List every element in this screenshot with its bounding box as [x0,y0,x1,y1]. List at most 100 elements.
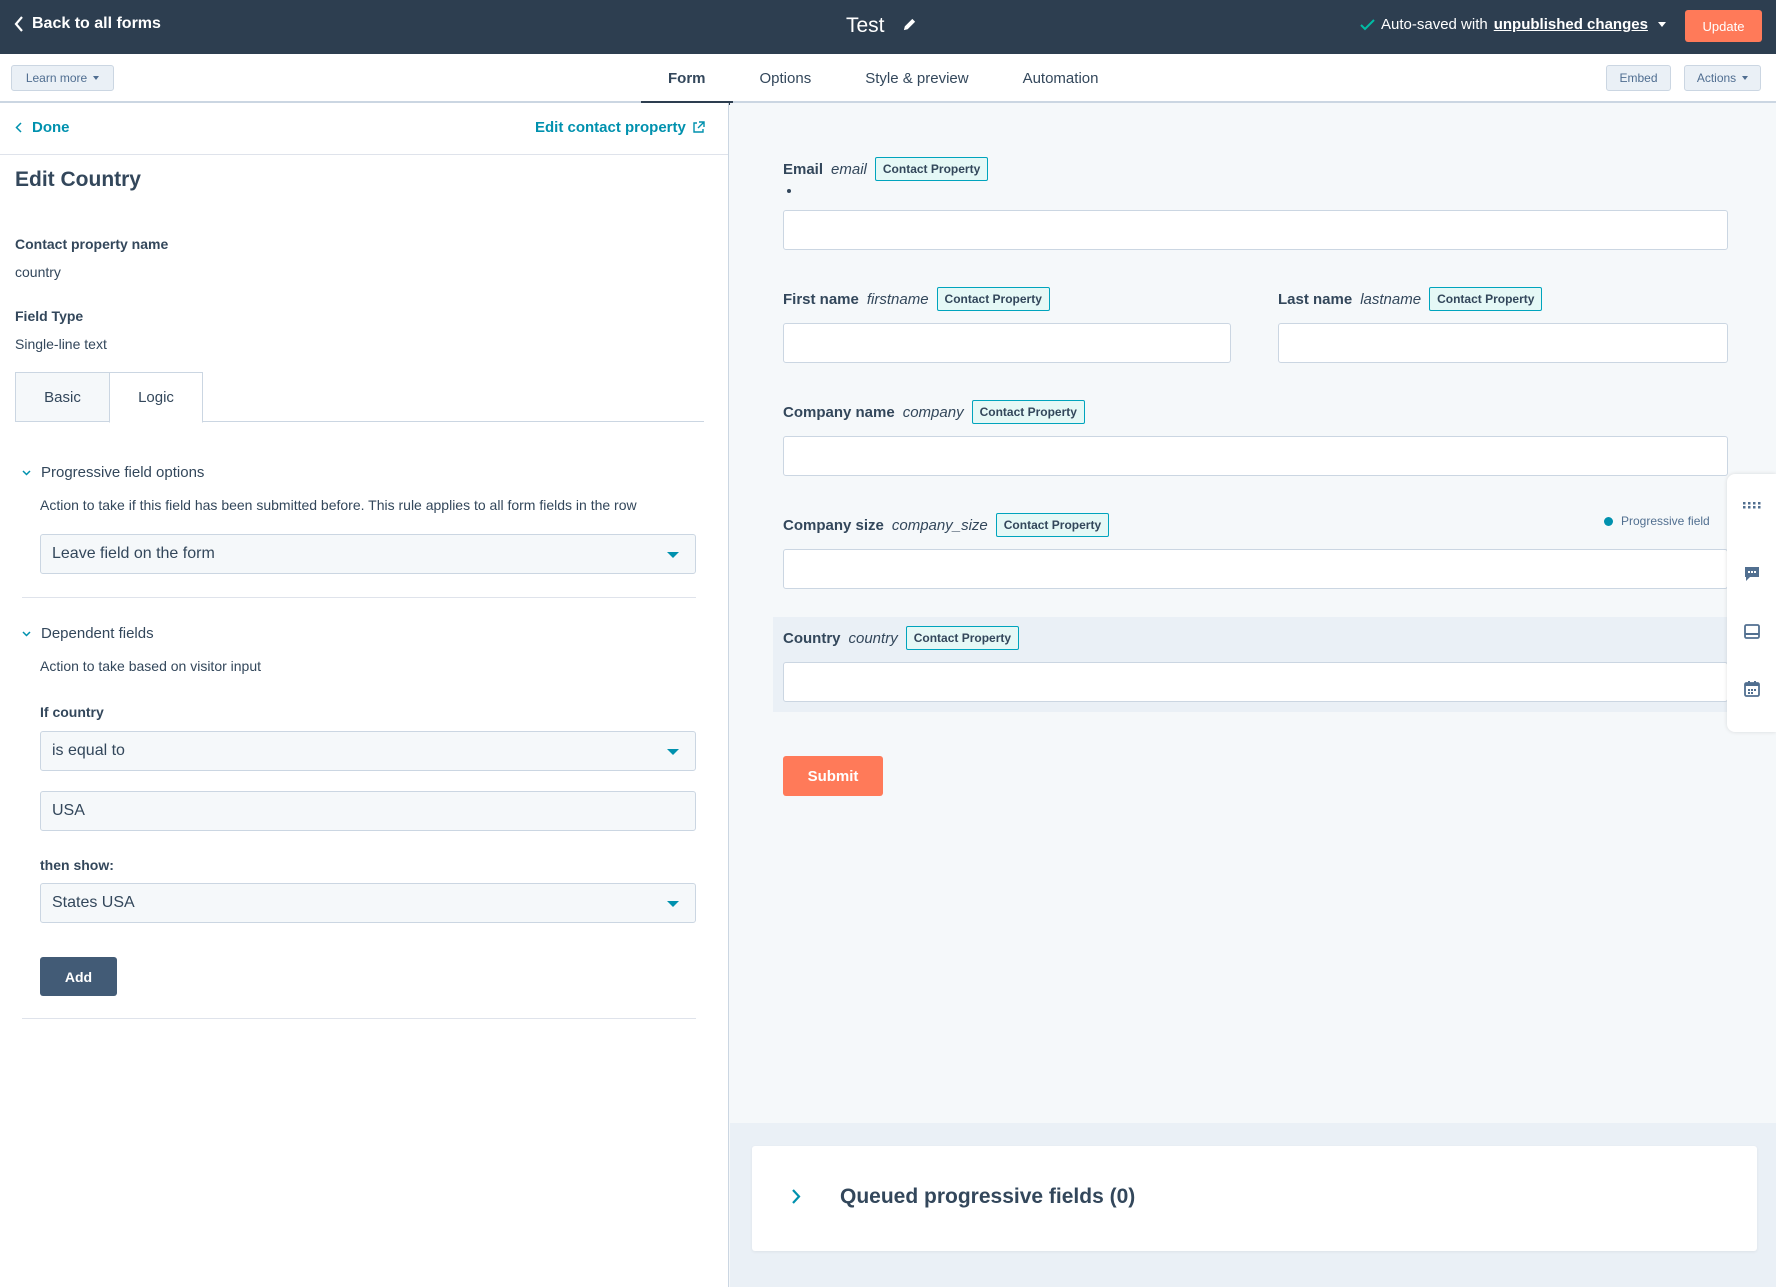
chevron-down-icon [22,630,31,637]
pencil-icon[interactable] [902,17,917,32]
dependent-fields-description: Action to take based on visitor input [40,658,262,674]
back-link-label: Back to all forms [32,15,161,32]
contact-property-badge: Contact Property [971,400,1085,424]
back-to-forms-link[interactable]: Back to all forms [14,15,161,33]
progressive-options-description: Action to take if this field has been su… [40,497,637,513]
done-link[interactable]: Done [15,119,70,136]
tab-style-preview[interactable]: Style & preview [838,54,995,103]
field-label-company[interactable]: Company name company Contact Property [783,400,1085,424]
company-input[interactable] [783,436,1728,476]
then-show-value: States USA [52,894,135,911]
tab-form[interactable]: Form [641,54,733,105]
queued-fields-card[interactable]: Queued progressive fields (0) [752,1146,1757,1251]
dependent-fields-toggle[interactable]: Dependent fields [22,625,154,642]
field-label-text: First name [783,290,859,308]
actions-button[interactable]: Actions [1684,65,1761,91]
add-button[interactable]: Add [40,957,117,996]
panel-header: Done Edit contact property [0,103,728,155]
then-show-label: then show: [40,857,114,873]
chevron-left-icon [14,16,23,32]
form-preview: Email email Contact Property First name … [730,103,1776,1123]
contact-property-badge: Contact Property [936,287,1050,311]
dependent-fields-heading: Dependent fields [41,625,154,642]
contact-property-badge: Contact Property [995,513,1110,537]
field-internal-name: email [831,160,867,178]
field-label-text: Email [783,160,824,178]
tab-logic[interactable]: Logic [109,372,203,423]
field-label-company-size[interactable]: Company size company_size Contact Proper… [783,513,1110,537]
field-internal-name: country [848,629,898,647]
update-button[interactable]: Update [1685,10,1762,42]
section-divider [22,597,696,598]
then-show-select[interactable]: States USA [40,883,696,923]
chat-icon[interactable] [1742,565,1762,583]
queued-fields-title: Queued progressive fields (0) [840,1185,1136,1208]
field-label-lastname[interactable]: Last name lastname Contact Property [1278,287,1543,311]
condition-value: USA [52,802,85,819]
progressive-options-heading: Progressive field options [41,464,205,481]
calendar-icon[interactable] [1742,680,1762,698]
external-link-icon [693,121,705,133]
done-label: Done [32,119,70,136]
field-internal-name: firstname [866,290,929,308]
lastname-input[interactable] [1278,323,1728,363]
field-internal-name: company_size [891,516,988,534]
contact-property-badge: Contact Property [874,157,989,181]
embed-button[interactable]: Embed [1606,65,1671,91]
section-divider [22,1018,696,1019]
chevron-down-icon [1742,76,1749,80]
tab-options[interactable]: Options [733,54,839,103]
field-type-value: Single-line text [15,336,107,352]
if-country-label: If country [40,704,104,720]
email-input[interactable] [783,210,1728,250]
progressive-action-value: Leave field on the form [52,545,215,562]
window-icon[interactable] [1742,623,1762,641]
field-internal-name: lastname [1360,290,1422,308]
field-label-firstname[interactable]: First name firstname Contact Property [783,287,1050,311]
grid-icon[interactable] [1742,496,1762,514]
country-input[interactable] [783,662,1728,702]
operator-select[interactable]: is equal to [40,731,696,771]
chevron-down-icon[interactable] [1657,22,1666,27]
field-type-label: Field Type [15,308,84,324]
chevron-down-icon [93,76,100,80]
caret-down-icon [667,749,679,755]
queued-fields-area: Queued progressive fields (0) [730,1123,1776,1287]
field-label-text: Last name [1278,290,1353,308]
unpublished-changes-link[interactable]: unpublished changes [1494,16,1648,33]
check-icon [1360,18,1375,30]
learn-more-button[interactable]: Learn more [11,65,114,91]
side-tool-rail [1727,474,1776,732]
chevron-left-icon [15,122,22,133]
company-size-input[interactable] [783,549,1728,589]
status-dot [1604,516,1613,526]
tab-basic[interactable]: Basic [15,372,109,422]
autosave-status: Auto-saved with unpublished changes [1360,16,1666,33]
edit-contact-property-label: Edit contact property [535,119,686,136]
caret-down-icon [667,901,679,907]
field-label-country[interactable]: Country country Contact Property [783,626,1020,650]
progressive-field-indicator: Progressive field [1604,514,1710,528]
progressive-field-label: Progressive field [1621,514,1710,528]
field-label-text: Company size [783,516,884,534]
operator-value: is equal to [52,742,125,759]
condition-value-input[interactable]: USA [40,791,696,831]
top-bar: Back to all forms Test Auto-saved with u… [0,0,1776,54]
submit-button[interactable]: Submit [783,756,883,796]
field-label-email[interactable]: Email email Contact Property [783,157,989,181]
panel-title: Edit Country [15,168,141,191]
progressive-options-toggle[interactable]: Progressive field options [22,464,204,481]
contact-property-badge: Contact Property [1429,287,1543,311]
panel-tabs: Basic Logic [15,372,704,423]
field-label-text: Country [783,629,841,647]
form-title: Test [846,14,885,37]
property-name-label: Contact property name [15,236,169,252]
autosave-text: Auto-saved with [1381,16,1488,33]
required-indicator [787,189,791,193]
chevron-right-icon [792,1189,801,1204]
firstname-input[interactable] [783,323,1231,363]
progressive-action-select[interactable]: Leave field on the form [40,534,696,574]
chevron-down-icon [22,469,31,476]
tab-automation[interactable]: Automation [996,54,1126,103]
edit-contact-property-link[interactable]: Edit contact property [535,119,705,136]
